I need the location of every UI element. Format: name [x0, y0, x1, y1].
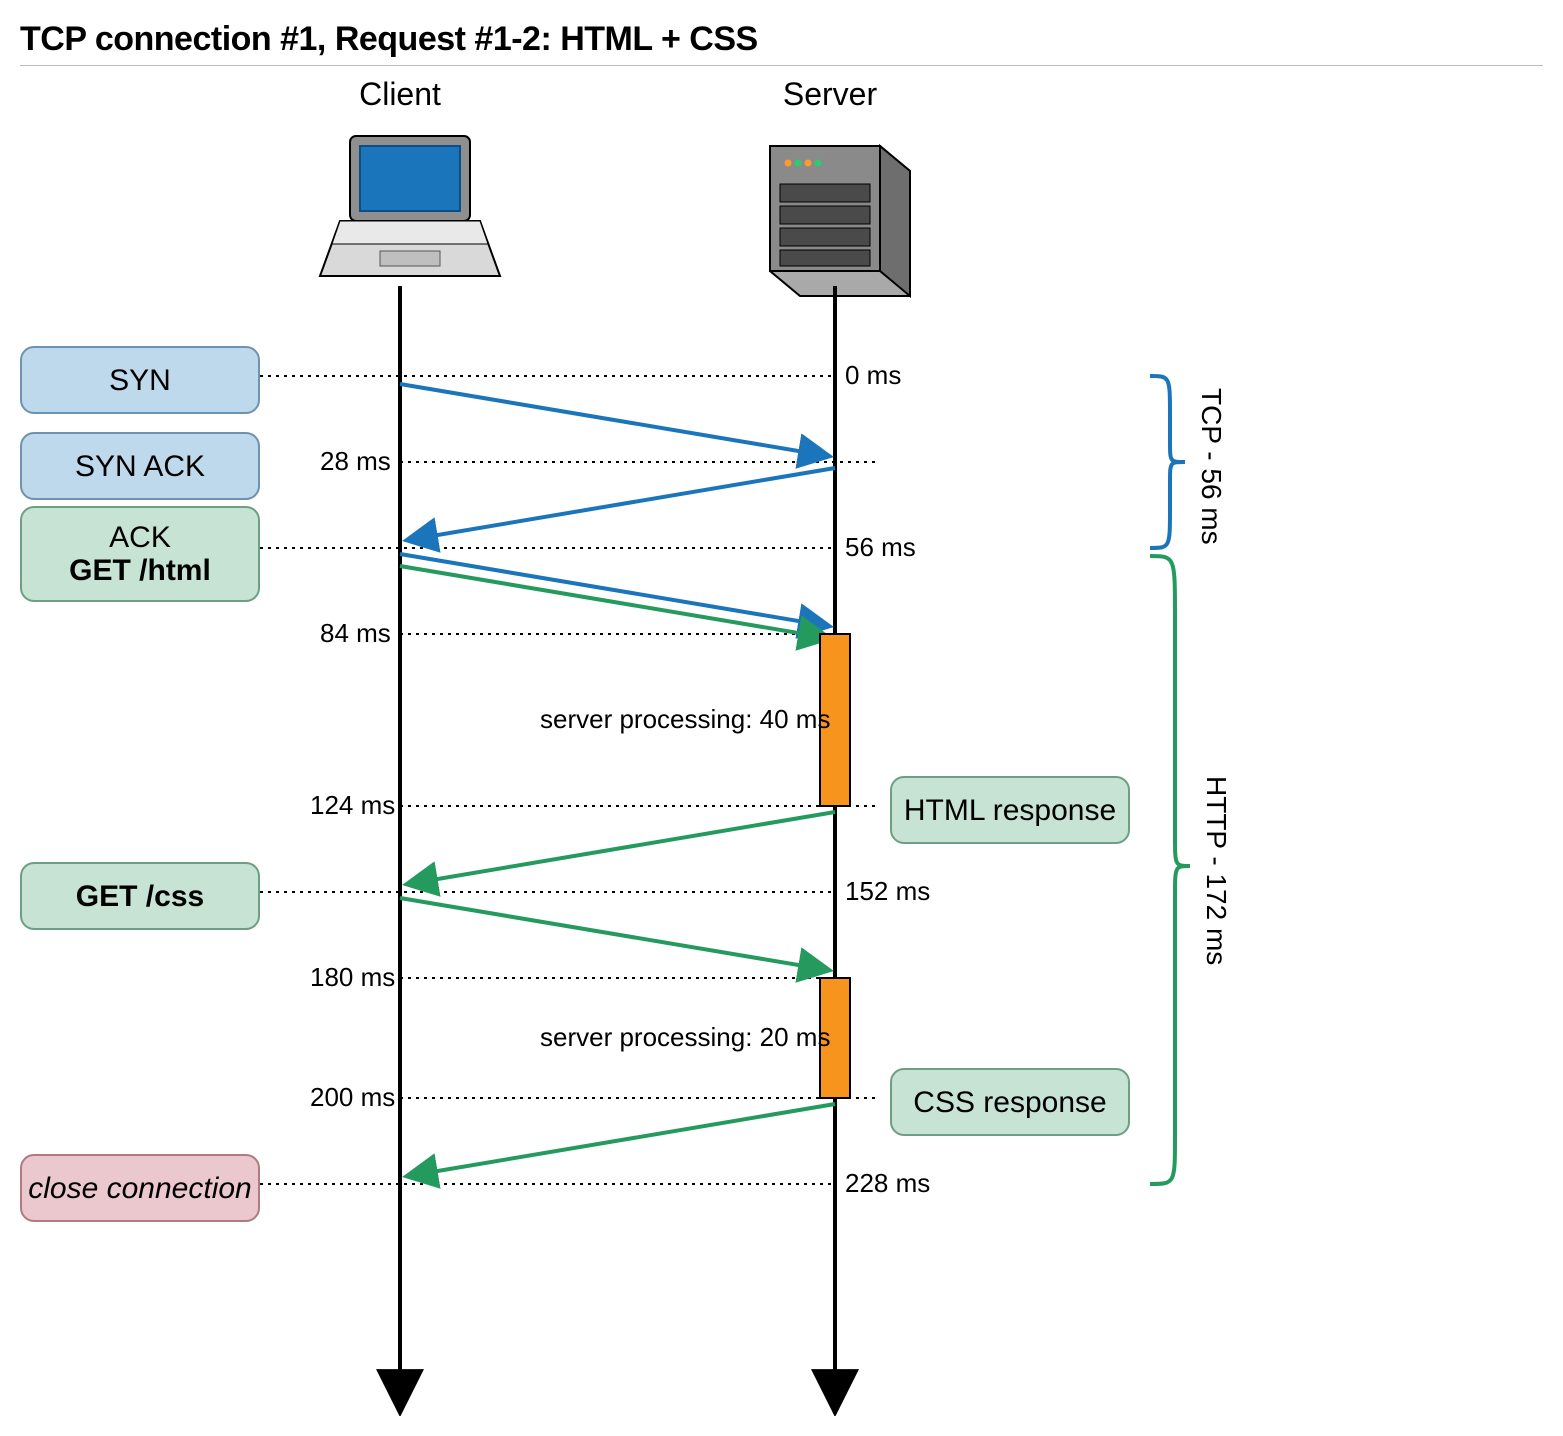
- msg-syn-label: SYN: [109, 364, 171, 397]
- title-rule: [20, 65, 1543, 66]
- time-152ms: 152 ms: [845, 876, 930, 907]
- msg-synack-label: SYN ACK: [75, 450, 205, 483]
- server-processing-1: server processing: 40 ms: [540, 704, 810, 735]
- msg-ack-line2: GET /html: [69, 554, 211, 587]
- phase-tcp: TCP - 56 ms: [1195, 386, 1227, 546]
- msg-syn: SYN: [20, 346, 260, 414]
- msg-css-response: CSS response: [890, 1068, 1130, 1136]
- server-processing-2: server processing: 20 ms: [540, 1022, 810, 1053]
- time-124ms: 124 ms: [310, 790, 390, 821]
- msg-html-response: HTML response: [890, 776, 1130, 844]
- time-200ms: 200 ms: [310, 1082, 390, 1113]
- sequence-diagram: Client Server: [20, 76, 1520, 1416]
- diagram-title: TCP connection #1, Request #1-2: HTML + …: [20, 20, 1543, 59]
- msg-close: close connection: [20, 1154, 260, 1222]
- msg-get-css-label: GET /css: [76, 880, 204, 913]
- time-28ms: 28 ms: [320, 446, 390, 477]
- time-180ms: 180 ms: [310, 962, 390, 993]
- msg-synack: SYN ACK: [20, 432, 260, 500]
- time-84ms: 84 ms: [320, 618, 390, 649]
- time-56ms: 56 ms: [845, 532, 916, 563]
- msg-css-response-label: CSS response: [913, 1086, 1106, 1119]
- msg-ack-line1: ACK: [109, 521, 171, 554]
- msg-close-label: close connection: [28, 1172, 251, 1205]
- msg-get-css: GET /css: [20, 862, 260, 930]
- time-228ms: 228 ms: [845, 1168, 930, 1199]
- msg-ack-get: ACK GET /html: [20, 506, 260, 602]
- time-0ms: 0 ms: [845, 360, 901, 391]
- msg-html-response-label: HTML response: [904, 794, 1116, 827]
- phase-http: HTTP - 172 ms: [1200, 766, 1232, 976]
